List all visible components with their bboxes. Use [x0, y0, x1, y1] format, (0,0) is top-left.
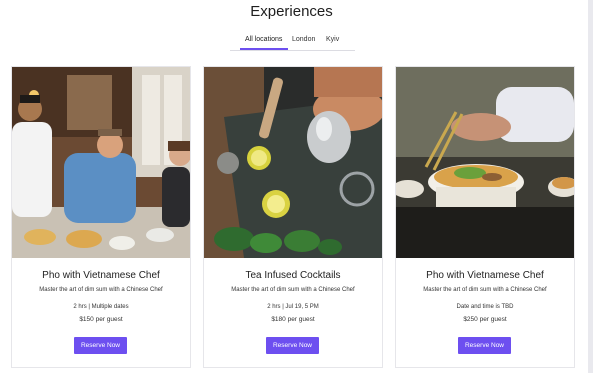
tab-london[interactable]: London: [292, 36, 315, 43]
card-price: $180 per guest: [271, 316, 315, 323]
experience-card: Tea Infused Cocktails Master the art of …: [203, 66, 383, 368]
reserve-now-button[interactable]: Reserve Now: [74, 337, 127, 354]
pho-bowl-image[interactable]: [396, 67, 574, 258]
tab-kyiv[interactable]: Kyiv: [326, 36, 339, 43]
card-duration-date: 2 hrs | Jul 19, 5 PM: [267, 304, 319, 310]
scrollbar-track[interactable]: [588, 0, 593, 373]
card-price: $250 per guest: [463, 316, 507, 323]
restaurant-chefs-image[interactable]: [12, 67, 190, 258]
card-title: Tea Infused Cocktails: [245, 270, 341, 281]
cocktail-shaker-image[interactable]: [204, 67, 382, 258]
active-tab-indicator: [240, 48, 288, 50]
card-subtitle: Master the art of dim sum with a Chinese…: [39, 287, 163, 293]
card-duration-date: 2 hrs | Multiple dates: [73, 304, 129, 310]
location-tabs: All locations London Kyiv: [230, 34, 355, 51]
card-title: Pho with Vietnamese Chef: [42, 270, 160, 281]
card-title: Pho with Vietnamese Chef: [426, 270, 544, 281]
reserve-now-button[interactable]: Reserve Now: [458, 337, 511, 354]
card-subtitle: Master the art of dim sum with a Chinese…: [423, 287, 547, 293]
reserve-now-button[interactable]: Reserve Now: [266, 337, 319, 354]
card-subtitle: Master the art of dim sum with a Chinese…: [231, 287, 355, 293]
tab-all-locations[interactable]: All locations: [245, 36, 282, 43]
experience-card: Pho with Vietnamese Chef Master the art …: [11, 66, 191, 368]
page-title: Experiences: [250, 3, 333, 20]
card-price: $150 per guest: [79, 316, 123, 323]
card-duration-date: Date and time is TBD: [456, 304, 514, 310]
experience-card: Pho with Vietnamese Chef Master the art …: [395, 66, 575, 368]
